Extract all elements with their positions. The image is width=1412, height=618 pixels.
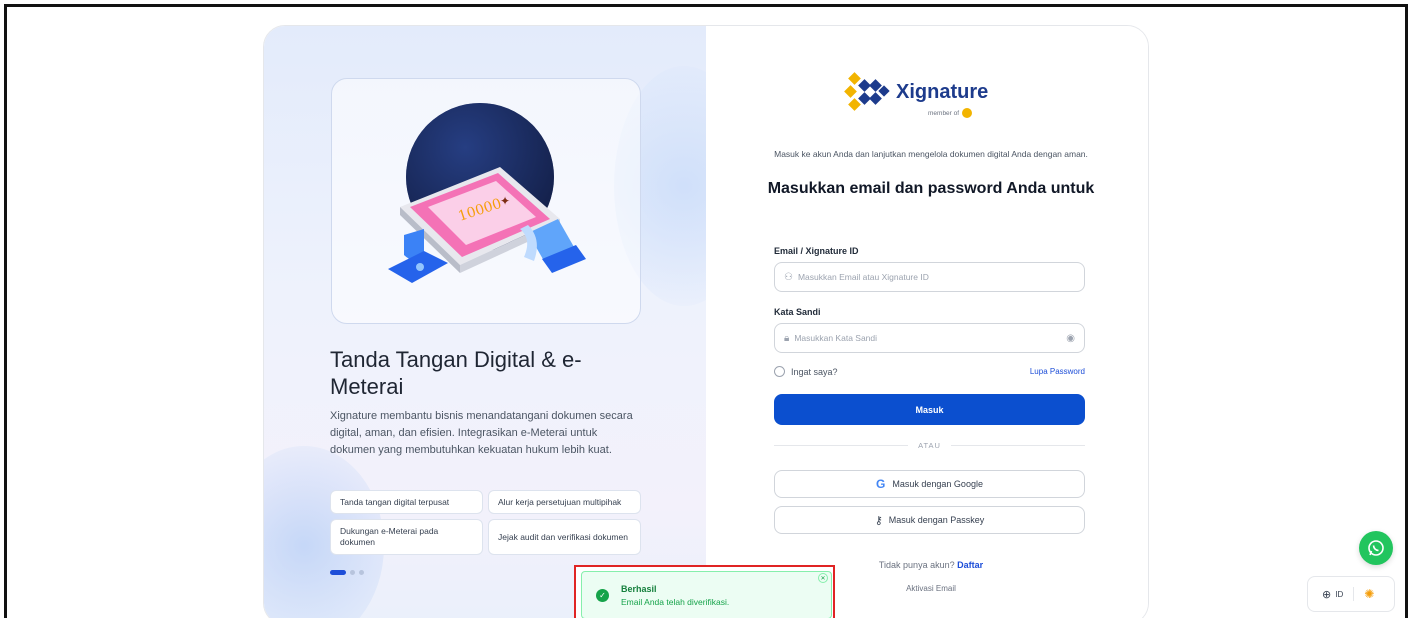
close-icon[interactable]: ✕	[818, 573, 828, 583]
forgot-password-link[interactable]: Lupa Password	[1006, 367, 1085, 376]
toast-highlight: ✓ Berhasil Email Anda telah diverifikasi…	[574, 565, 835, 618]
remember-me[interactable]: Ingat saya?	[774, 366, 838, 377]
stamp-illustration: 10000 ✦	[388, 103, 586, 283]
feature-chip: Alur kerja persetujuan multipihak	[488, 490, 641, 514]
login-card: 10000 ✦ Tanda Tangan Digital & e-Meterai…	[263, 25, 1149, 618]
toast-title: Berhasil	[621, 583, 657, 594]
theme-toggle-icon[interactable]: ✺	[1364, 587, 1374, 601]
password-placeholder: Masukkan Kata Sandi	[794, 333, 878, 343]
google-login-button[interactable]: G Masuk dengan Google	[774, 470, 1085, 498]
signup-link[interactable]: Daftar	[957, 560, 983, 570]
language-switcher[interactable]: ⊕ ID ✺	[1307, 576, 1395, 612]
brand-name: Xignature	[896, 80, 989, 103]
hero-description: Xignature membantu bisnis menandatangani…	[330, 410, 633, 456]
globe-icon: ⊕	[1322, 588, 1332, 601]
member-of: member of	[928, 108, 973, 118]
email-label: Email / Xignature ID	[774, 246, 859, 256]
promo-panel: 10000 ✦ Tanda Tangan Digital & e-Meterai…	[264, 26, 754, 618]
google-icon: G	[876, 477, 886, 491]
passkey-login-button[interactable]: ⚷ Masuk dengan Passkey	[774, 506, 1085, 534]
login-button[interactable]: Masuk	[774, 394, 1085, 425]
app-frame: 10000 ✦ Tanda Tangan Digital & e-Meterai…	[4, 4, 1408, 618]
whatsapp-icon	[1368, 540, 1384, 556]
toast-message: Email Anda telah diverifikasi.	[621, 596, 730, 607]
xignature-logo-icon	[844, 72, 890, 111]
svg-text:✦: ✦	[500, 194, 510, 208]
carousel-dot[interactable]	[359, 570, 364, 575]
hero-title: Tanda Tangan Digital & e-Meterai	[330, 347, 582, 399]
carousel-dots	[330, 570, 364, 575]
emeterai-illustration: 10000 ✦	[331, 78, 641, 324]
feature-chip: Jejak audit dan verifikasi dokumen	[488, 519, 641, 555]
check-circle-icon: ✓	[596, 588, 609, 602]
remember-checkbox[interactable]	[774, 366, 785, 377]
parent-company-logo	[962, 108, 973, 118]
eye-icon[interactable]: ◉	[1066, 333, 1075, 344]
feature-chip: Dukungan e-Meterai pada dokumen	[330, 519, 483, 555]
lock-icon: 🔒︎	[784, 332, 790, 344]
password-label: Kata Sandi	[774, 307, 821, 317]
language-code: ID	[1335, 589, 1344, 599]
whatsapp-button[interactable]	[1359, 531, 1393, 565]
user-icon: ⚇	[784, 271, 793, 283]
login-heading: Masukkan email dan password Anda untuk	[767, 180, 1095, 197]
login-panel: Xignature member of Masuk ke akun Anda d…	[706, 26, 1148, 618]
carousel-dot[interactable]	[330, 570, 346, 575]
password-field[interactable]: 🔒︎ Masukkan Kata Sandi ◉	[774, 323, 1085, 353]
carousel-dot[interactable]	[350, 570, 355, 575]
or-divider: ATAU	[774, 438, 1086, 452]
login-intro: Masuk ke akun Anda dan lanjutkan mengelo…	[774, 149, 1088, 159]
email-field[interactable]: ⚇ Masukkan Email atau Xignature ID	[774, 262, 1085, 292]
brand-logo: Xignature	[844, 72, 988, 112]
feature-chip: Tanda tangan digital terpusat	[330, 490, 483, 514]
email-placeholder: Masukkan Email atau Xignature ID	[797, 272, 929, 282]
key-icon: ⚷	[874, 514, 883, 527]
success-toast: ✓ Berhasil Email Anda telah diverifikasi…	[581, 571, 832, 618]
